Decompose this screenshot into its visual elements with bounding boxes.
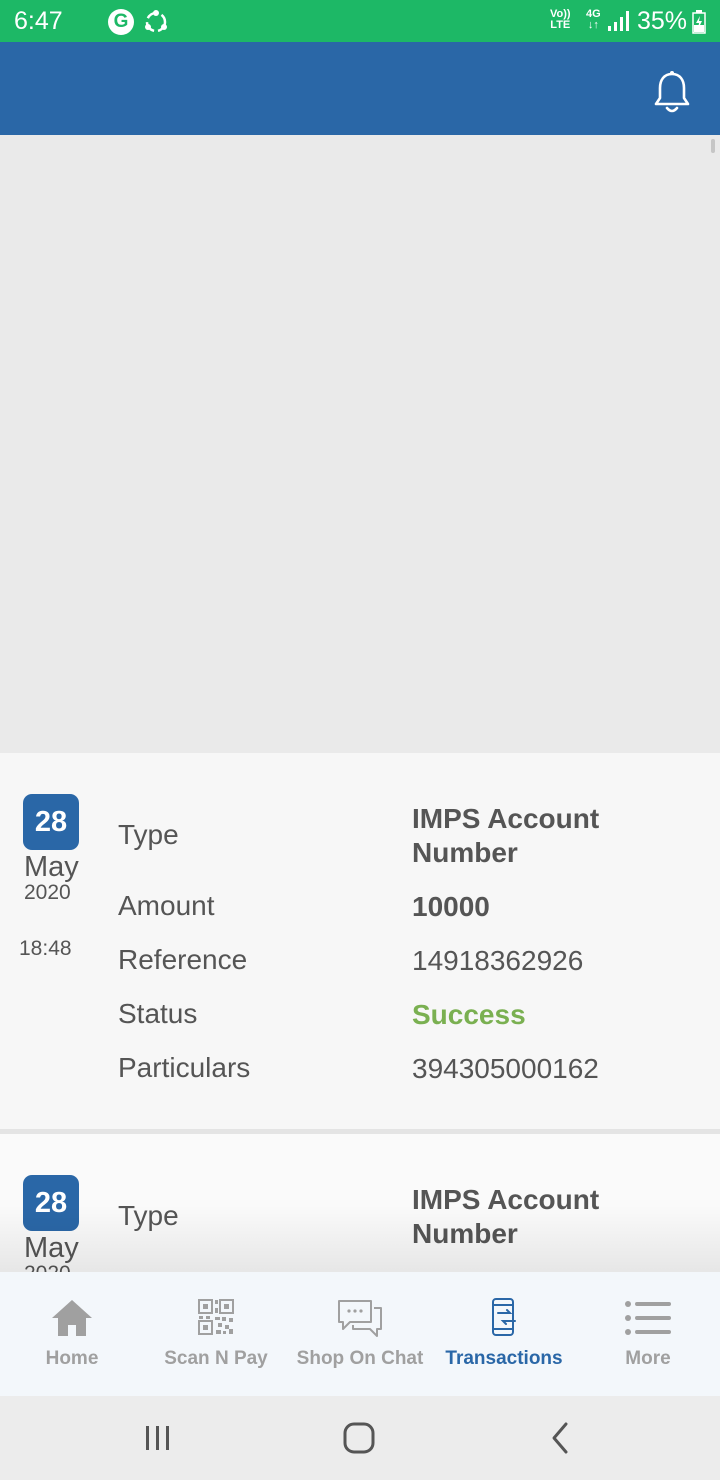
chat-icon <box>338 1300 382 1337</box>
particulars-value: 394305000162 <box>412 1053 599 1084</box>
transaction-card[interactable]: 28 May 2020 18:48 Type IMPS Account Numb… <box>0 753 720 1129</box>
date-day-badge: 28 <box>23 1175 79 1231</box>
date-year: 2020 <box>24 1262 71 1272</box>
nav-transactions[interactable]: Transactions <box>432 1272 576 1396</box>
battery-percent: 35% <box>637 7 688 35</box>
volte-indicator: Vo)) LTE <box>550 8 571 31</box>
app-header <box>0 42 720 135</box>
nav-home-label: Home <box>45 1348 99 1369</box>
recent-apps-icon[interactable] <box>136 1418 180 1458</box>
nav-scan-n-pay[interactable]: Scan N Pay <box>144 1272 288 1396</box>
status-time: 6:47 <box>14 7 63 35</box>
date-day-badge: 28 <box>23 794 79 850</box>
nav-more[interactable]: More <box>576 1272 720 1396</box>
g-app-icon: G <box>108 9 134 35</box>
back-icon[interactable] <box>538 1418 582 1458</box>
transactions-list[interactable]: 28 May 2020 18:48 Type IMPS Account Numb… <box>0 753 720 1272</box>
status-label: Status <box>118 998 198 1029</box>
home-button-icon[interactable] <box>337 1418 381 1458</box>
qr-code-icon <box>198 1299 234 1335</box>
amount-label: Amount <box>118 890 215 921</box>
signal-icon <box>608 11 629 31</box>
particulars-label: Particulars <box>118 1052 251 1083</box>
nav-transactions-label: Transactions <box>445 1348 563 1369</box>
menu-list-icon <box>625 1301 671 1335</box>
type-value: IMPS Account Number <box>412 1184 600 1249</box>
type-label: Type <box>118 819 179 850</box>
nav-more-label: More <box>625 1348 671 1369</box>
nav-home[interactable]: Home <box>0 1272 144 1396</box>
date-month: May <box>24 851 79 883</box>
transactions-icon <box>492 1298 516 1336</box>
bell-icon[interactable] <box>652 70 692 116</box>
transaction-card[interactable]: 28 May 2020 Type IMPS Account Number <box>0 1134 720 1272</box>
banner-placeholder <box>0 135 720 753</box>
nav-shop-on-chat[interactable]: Shop On Chat <box>288 1272 432 1396</box>
home-icon <box>52 1300 92 1336</box>
status-value: Success <box>412 999 526 1030</box>
bottom-navigation: Home Scan N Pay Shop On Chat Transaction… <box>0 1272 720 1396</box>
share-it-icon <box>145 10 167 33</box>
date-year: 2020 <box>24 881 71 904</box>
system-navigation-bar <box>0 1396 720 1480</box>
scrollbar[interactable] <box>711 139 715 153</box>
amount-value: 10000 <box>412 891 490 922</box>
reference-label: Reference <box>118 944 248 975</box>
type-label: Type <box>118 1200 179 1231</box>
transaction-time: 18:48 <box>19 937 72 960</box>
reference-value: 14918362926 <box>412 945 584 976</box>
nav-shop-label: Shop On Chat <box>296 1348 424 1369</box>
battery-charging-icon <box>692 10 706 34</box>
status-bar: 6:47 G Vo)) LTE 4G ↓↑ 35% <box>0 0 720 42</box>
nav-scan-label: Scan N Pay <box>164 1348 268 1369</box>
date-month: May <box>24 1232 79 1264</box>
network-type-indicator: 4G ↓↑ <box>586 8 601 31</box>
type-value: IMPS Account Number <box>412 803 600 868</box>
